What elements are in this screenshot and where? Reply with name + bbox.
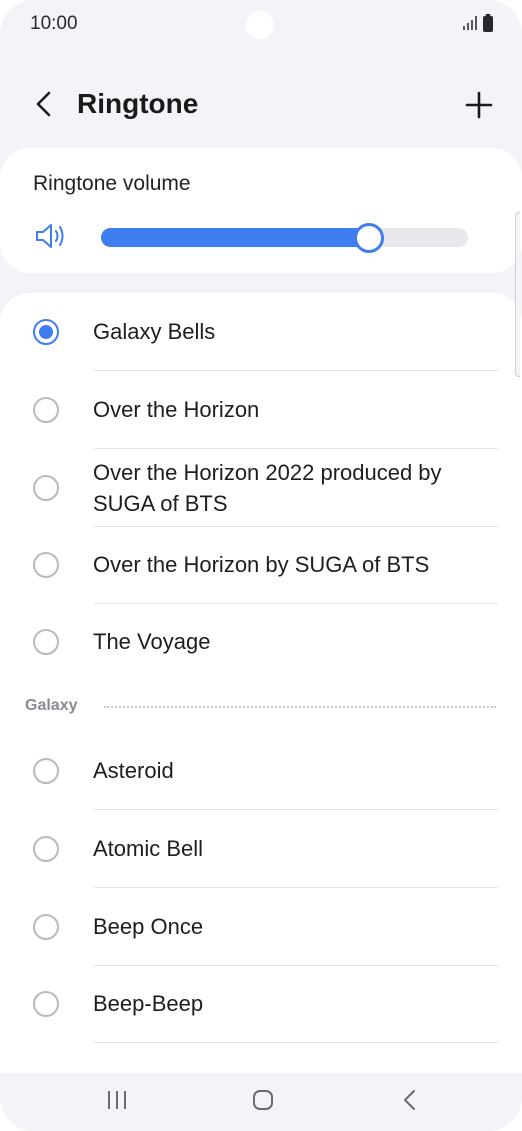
nav-back-icon[interactable]	[400, 1088, 420, 1112]
volume-slider[interactable]	[101, 223, 468, 253]
ringtone-list: Galaxy Bells Over the Horizon Over the H…	[0, 293, 522, 1073]
volume-slider-thumb[interactable]	[353, 223, 384, 253]
radio-button[interactable]	[33, 475, 59, 501]
page-title: Ringtone	[77, 88, 199, 119]
radio-button[interactable]	[33, 629, 59, 655]
plus-icon	[465, 91, 493, 119]
radio-button[interactable]	[33, 836, 59, 862]
ringtone-item-over-the-horizon-suga[interactable]: Over the Horizon by SUGA of BTS	[0, 527, 522, 605]
scrollbar[interactable]	[515, 212, 520, 377]
chevron-left-icon	[36, 91, 51, 117]
volume-label: Ringtone volume	[33, 172, 191, 195]
ringtone-label: Beep-Beep	[93, 991, 204, 1016]
camera-cutout	[246, 11, 274, 39]
status-time: 10:00	[30, 13, 78, 34]
back-button[interactable]	[26, 84, 62, 124]
radio-button[interactable]	[33, 552, 59, 578]
volume-slider-fill	[101, 228, 369, 247]
status-bar: 10:00	[0, 0, 522, 48]
ringtone-item-over-the-horizon[interactable]: Over the Horizon	[0, 371, 522, 449]
ringtone-item-over-the-horizon-2022[interactable]: Over the Horizon 2022 produced by SUGA o…	[0, 449, 522, 527]
section-header-galaxy: Galaxy	[0, 693, 522, 721]
ringtone-label: Beep Once	[93, 914, 204, 939]
divider	[94, 1042, 498, 1043]
ringtone-label: Over the Horizon 2022 produced by SUGA o…	[93, 460, 442, 516]
ringtone-label: Over the Horizon by SUGA of BTS	[93, 552, 430, 577]
section-divider	[104, 706, 496, 708]
ringtone-label: Atomic Bell	[93, 836, 204, 861]
battery-icon	[483, 14, 493, 32]
recents-icon[interactable]	[106, 1089, 128, 1111]
ringtone-item-galaxy-bells[interactable]: Galaxy Bells	[0, 293, 522, 371]
ringtone-label: Asteroid	[93, 758, 174, 783]
ringtone-item-asteroid[interactable]: Asteroid	[0, 733, 522, 811]
app-header: Ringtone	[0, 72, 522, 138]
radio-button[interactable]	[33, 914, 59, 940]
navigation-bar	[0, 1073, 522, 1131]
section-label: Galaxy	[25, 697, 78, 714]
ringtone-item-atomic-bell[interactable]: Atomic Bell	[0, 810, 522, 888]
radio-button[interactable]	[33, 397, 59, 423]
radio-button[interactable]	[33, 319, 59, 345]
ringtone-label: Galaxy Bells	[93, 319, 216, 344]
speaker-icon[interactable]	[34, 222, 68, 250]
add-ringtone-button[interactable]	[458, 84, 500, 126]
ringtone-item-beep-once[interactable]: Beep Once	[0, 888, 522, 966]
ringtone-item-beep-beep[interactable]: Beep-Beep	[0, 966, 522, 1044]
home-icon[interactable]	[252, 1089, 274, 1111]
ringtone-label: Over the Horizon	[93, 397, 260, 422]
radio-button[interactable]	[33, 991, 59, 1017]
volume-card: Ringtone volume	[0, 148, 522, 273]
ringtone-screen: 10:00 Ringtone Ringtone volume Galaxy Be…	[0, 0, 522, 1131]
ringtone-item-the-voyage[interactable]: The Voyage	[0, 604, 522, 682]
ringtone-label: The Voyage	[93, 629, 211, 654]
signal-icon	[463, 16, 477, 30]
radio-button[interactable]	[33, 758, 59, 784]
